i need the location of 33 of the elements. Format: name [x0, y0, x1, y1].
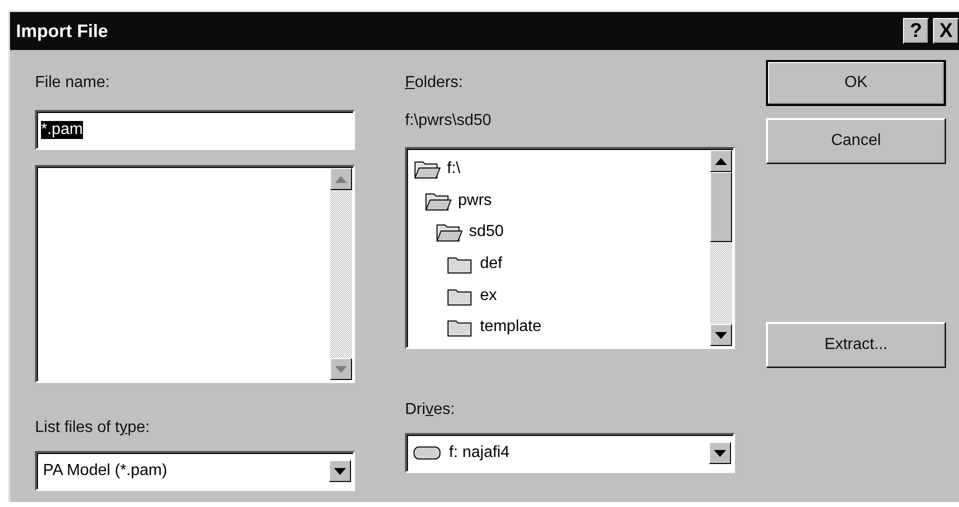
tree-item[interactable]: def [413, 248, 704, 280]
field-value: *.pam [41, 121, 83, 139]
dropdown-value: f: najafi4 [449, 444, 510, 462]
tree-item[interactable]: sd50 [413, 216, 704, 248]
tree-item[interactable]: f:\ [413, 153, 704, 185]
down-arrow-icon [335, 366, 347, 372]
scrollbar[interactable] [710, 150, 732, 346]
field-label: Folders: [405, 74, 464, 93]
up-arrow-icon [335, 176, 347, 182]
folder-path: f:\pwrs\sd50 [405, 112, 492, 131]
field-label: Drives: [405, 401, 456, 420]
cancel-button[interactable]: Cancel [766, 118, 946, 164]
tree-item[interactable]: pwrs [413, 184, 704, 216]
ok-button[interactable]: OK [766, 60, 946, 106]
window-title: Import File [16, 20, 108, 42]
down-arrow-icon [714, 450, 726, 456]
help-button[interactable]: ? [903, 18, 929, 44]
down-arrow-icon [715, 332, 727, 338]
folder-tree[interactable]: f:\ pwrs sd50 def ex template [405, 147, 735, 349]
input-field[interactable]: *.pam [35, 110, 355, 150]
field-label: File name: [35, 74, 111, 93]
tree-item[interactable]: template [413, 311, 704, 344]
file-type-dropdown[interactable]: PA Model (*.pam) [35, 451, 355, 491]
up-arrow-icon [715, 158, 727, 164]
close-button[interactable]: X [933, 18, 959, 44]
extract-button[interactable]: Extract... [766, 322, 946, 368]
drive-dropdown[interactable]: f: najafi4 [405, 433, 735, 473]
file-list[interactable] [35, 165, 355, 383]
field-label: List files of type: [35, 419, 151, 438]
tree-item[interactable]: ex [413, 280, 704, 312]
dropdown-value: PA Model (*.pam) [43, 462, 168, 480]
down-arrow-icon [334, 468, 346, 474]
drive-icon [413, 446, 441, 460]
